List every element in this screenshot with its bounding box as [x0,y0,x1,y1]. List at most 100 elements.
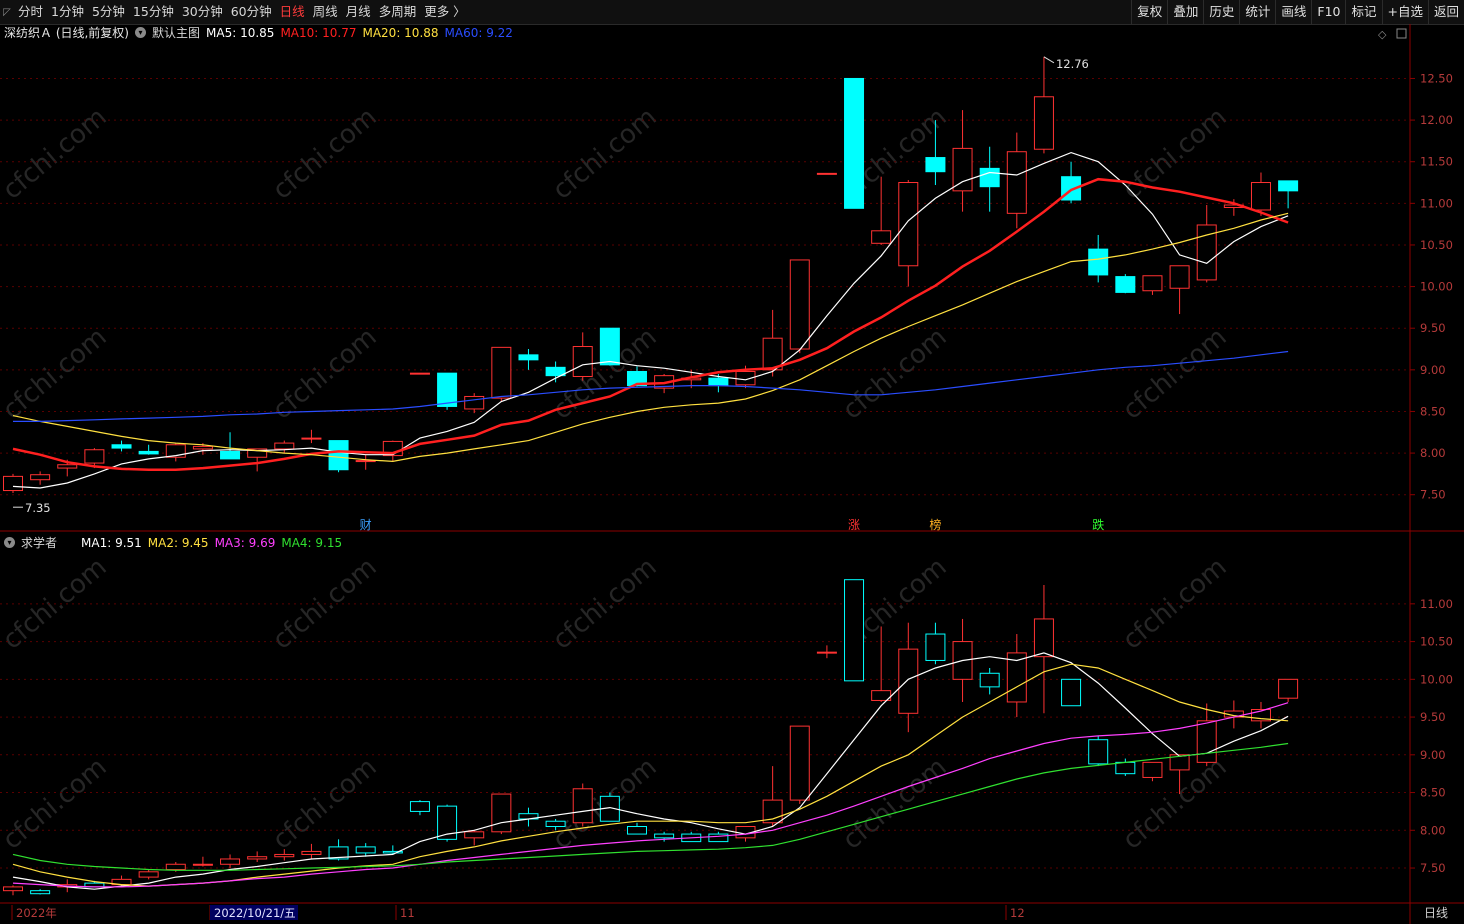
sub-candle-body-6 [165,863,186,871]
timeline-label-3: 12 [1010,906,1025,920]
main-candle-body-43 [1169,265,1190,289]
sub-candle-body-13 [355,846,376,854]
main-candle-body-8 [220,450,241,460]
sub-candle-25 [681,831,702,843]
ma-label-3: MA60: 9.22 [444,25,513,40]
sub-candle-body-24 [654,833,675,839]
sub-candle-body-23 [626,826,647,835]
main-tick-label-2: 8.50 [1420,404,1446,418]
timeline-period-label: 日线 [1424,906,1448,920]
sub-series-MA3 [12,702,1289,888]
main-candle-21 [572,332,593,381]
ma-label-2: MA20: 10.88 [362,25,439,40]
sub-candle-body-47 [1278,678,1299,699]
sub-indicator-menu-icon[interactable]: ▾ [4,537,15,548]
sub-candle-11 [301,843,322,859]
main-candle-44 [1196,204,1217,283]
main-candle-body-5 [138,450,159,455]
sub-ma-label-0: MA1: 9.51 [81,535,142,550]
sub-candle-body-33 [898,648,919,714]
sub-candle-body-10 [274,853,295,858]
indicator-name[interactable]: 默认主图 [152,24,200,41]
main-candle-body-19 [518,354,539,361]
main-candle-body-42 [1142,275,1163,292]
sub-tick-label-1: 8.00 [1420,823,1446,837]
sub-candle-body-38 [1033,618,1054,658]
stock-chart[interactable]: cfchi.com cfchi.com cfchi.com cfchi.com cfch… [0,0,1464,924]
main-tick-label-10: 12.50 [1420,71,1453,85]
sub-candle-34 [925,622,946,665]
main-panel-header: 深纺织Ａ (日线,前复权) ▾ 默认主图 MA5: 10.85 MA10: 10… [0,24,519,41]
main-candle-body-32 [871,230,892,244]
sub-candle-body-5 [138,871,159,878]
ma-label-0: MA5: 10.85 [206,25,275,40]
sub-candle-body-40 [1088,739,1109,765]
event-marker-5: 跌 [1092,517,1104,532]
main-candle-body-7 [192,445,213,450]
main-candle-18 [491,346,512,402]
sub-candle-5 [138,869,159,880]
sub-candle-40 [1088,735,1109,767]
sub-candle-body-11 [301,850,322,855]
sub-candle-7 [192,856,213,867]
sub-candle-body-42 [1142,761,1163,778]
timeline-label-1: 2022/10/21/五 [214,906,296,920]
watermark-5: cfchi.com [0,322,112,425]
main-candle-body-41 [1115,276,1136,293]
sub-candle-28 [762,766,783,827]
main-tick-label-1: 8.00 [1420,446,1446,460]
watermark-10: cfchi.com [0,552,112,655]
sub-candle-body-36 [979,672,1000,688]
sub-candle-body-29 [789,725,810,801]
main-candle-body-35 [952,147,973,192]
main-candle-body-11 [301,437,322,440]
sub-candle-body-17 [464,831,485,839]
sub-candle-body-41 [1115,761,1136,775]
main-candle-body-21 [572,346,593,377]
main-candle-47 [1278,180,1299,209]
sub-candle-body-1 [30,890,51,895]
sub-candle-23 [626,822,647,835]
main-tick-label-5: 10.00 [1420,280,1453,294]
expand-icon [1396,28,1407,39]
sub-tick-label-5: 10.00 [1420,672,1453,686]
annotation-arrow-0 [1043,56,1055,64]
sub-ma-label-1: MA2: 9.45 [147,535,209,550]
watermark-16: cfchi.com [267,752,382,855]
sub-indicator-name[interactable]: 求学者 [21,534,57,551]
sub-candle-body-0 [3,886,23,892]
main-candle-4 [111,440,132,452]
main-candle-37 [1006,132,1027,229]
sub-candle-22 [599,792,620,822]
sub-tick-label-6: 10.50 [1420,635,1453,649]
main-candle-42 [1142,275,1163,295]
sub-candle-44 [1196,703,1217,767]
main-series-MA60 [13,350,1289,422]
main-candle-body-1 [30,474,51,481]
main-tick-label-8: 11.50 [1420,155,1453,169]
sub-candle-46 [1250,701,1271,729]
sub-candle-body-44 [1196,720,1217,763]
main-candle-11 [301,429,322,444]
main-candle-body-31 [844,77,865,209]
main-candle-35 [952,110,973,212]
main-candle-body-0 [3,475,23,492]
main-candle-5 [138,444,159,455]
main-candle-19 [518,349,539,370]
sub-candle-42 [1142,761,1163,782]
timeline-label-0: 2022年 [16,906,57,920]
diamond-icon: ◇ [1378,28,1387,41]
timeline-label-2: 11 [400,906,415,920]
sub-candle-1 [30,889,51,895]
sub-candle-body-31 [844,579,865,682]
main-candle-body-4 [111,444,132,449]
main-candle-9 [247,448,268,472]
sub-candle-21 [572,783,593,827]
main-candle-29 [789,259,810,354]
main-candle-body-16 [437,372,458,407]
indicator-menu-icon[interactable]: ▾ [135,27,146,38]
main-candle-body-26 [708,377,729,387]
sub-tick-label-3: 9.00 [1420,748,1446,762]
main-candle-10 [274,440,295,454]
sub-candle-body-9 [247,856,268,860]
